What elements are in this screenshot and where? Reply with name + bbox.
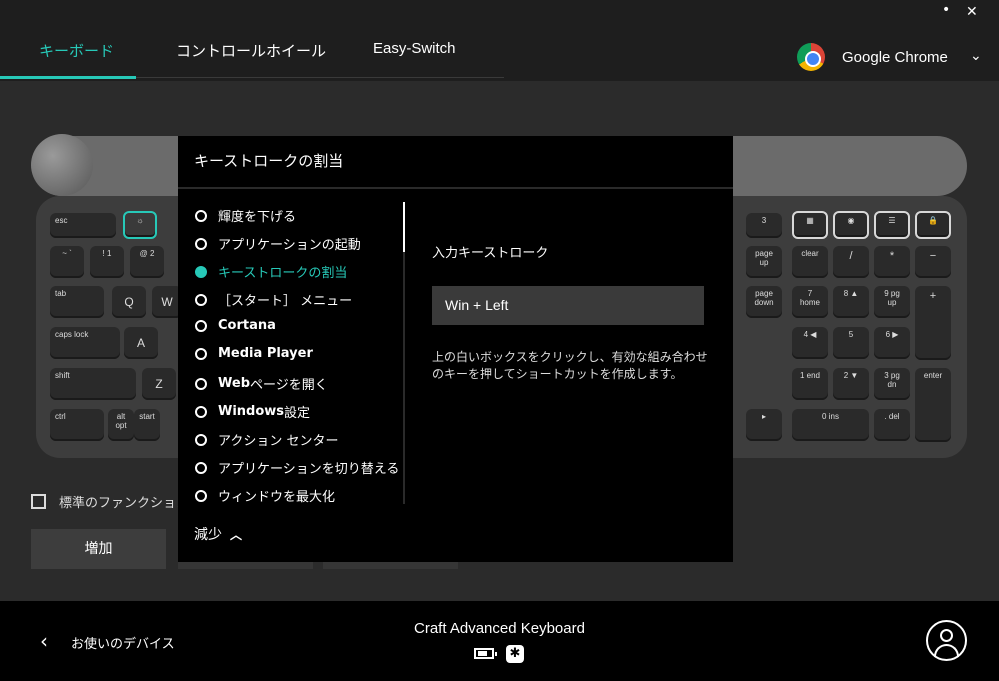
key-page-up[interactable]: page up	[746, 246, 782, 278]
active-tab-indicator	[0, 76, 136, 79]
chrome-icon[interactable]	[797, 43, 825, 71]
tab-keyboard[interactable]: キーボード	[39, 40, 114, 61]
key-clear[interactable]: clear	[792, 246, 828, 278]
chevron-up-icon: ︿	[230, 527, 243, 542]
option-launch-app[interactable]: アプリケーションの起動	[195, 234, 361, 253]
key-caps-lock[interactable]: caps lock	[50, 327, 120, 359]
radio-icon	[195, 433, 207, 446]
standard-function-keys-checkbox[interactable]	[31, 494, 46, 509]
option-windows-settings[interactable]: Windows 設定	[195, 402, 310, 421]
key-numpad-4[interactable]: 4 ◀	[792, 327, 828, 359]
popup-title: キーストロークの割当	[194, 152, 344, 170]
key-a[interactable]: A	[124, 327, 158, 359]
key-minus[interactable]: −	[915, 246, 951, 278]
option-keystroke-assignment[interactable]: キーストロークの割当	[195, 262, 347, 281]
radio-icon	[195, 489, 207, 502]
option-switch-apps[interactable]: アプリケーションを切り替える	[195, 458, 399, 477]
key-tilde[interactable]: ~ `	[50, 246, 84, 278]
keystroke-input[interactable]: Win + Left	[432, 286, 704, 325]
option-brightness-down[interactable]: 輝度を下げる	[195, 206, 296, 225]
key-numpad-enter[interactable]: enter	[915, 368, 951, 442]
radio-icon	[195, 319, 207, 332]
menu-icon[interactable]: ☰	[874, 211, 910, 239]
calculator-icon[interactable]: ▦	[792, 211, 828, 239]
radio-icon	[195, 461, 207, 474]
radio-icon	[195, 209, 207, 222]
key-divide[interactable]: /	[833, 246, 869, 278]
add-button[interactable]: 増加	[31, 529, 166, 569]
keystroke-hint: 上の白いボックスをクリックし、有効な組み合わせのキーを押してショートカットを作成…	[432, 350, 708, 381]
footer: ‹ お使いのデバイス Craft Advanced Keyboard ✱	[0, 601, 999, 681]
key-numpad-7[interactable]: 7 home	[792, 286, 828, 318]
key-ctrl[interactable]: ctrl	[50, 409, 104, 441]
option-maximize-window[interactable]: ウィンドウを最大化	[195, 486, 335, 505]
key-numpad-9[interactable]: 9 pg up	[874, 286, 910, 318]
key-numpad-0[interactable]: 0 ins	[792, 409, 869, 441]
radio-icon	[195, 237, 207, 250]
key-numpad-8[interactable]: 8 ▲	[833, 286, 869, 318]
option-media-player[interactable]: Media Player	[195, 346, 313, 361]
account-icon[interactable]	[926, 620, 967, 661]
key-tab[interactable]: tab	[50, 286, 104, 318]
key-multiply[interactable]: *	[874, 246, 910, 278]
key-numpad-2[interactable]: 2 ▼	[833, 368, 869, 400]
key-esc[interactable]: esc	[50, 213, 116, 238]
key-z[interactable]: Z	[142, 368, 176, 400]
option-cortana[interactable]: Cortana	[195, 318, 276, 333]
option-open-web-page[interactable]: Web ページを開く	[195, 374, 328, 393]
camera-icon[interactable]: ◉	[833, 211, 869, 239]
tab-divider	[136, 77, 504, 78]
key-page-down[interactable]: page down	[746, 286, 782, 318]
crown-dial[interactable]	[31, 134, 93, 196]
close-button[interactable]: ✕	[966, 4, 978, 20]
options-scrollbar-thumb[interactable]	[403, 202, 405, 252]
key-1[interactable]: ! 1	[90, 246, 124, 278]
key-arrow-right[interactable]: ▸	[746, 409, 782, 441]
unifying-receiver-icon: ✱	[506, 645, 524, 663]
key-alt[interactable]: alt opt	[108, 409, 134, 441]
key-numpad-1[interactable]: 1 end	[792, 368, 828, 400]
key-q[interactable]: Q	[112, 286, 146, 318]
tab-control-wheel[interactable]: コントロールホイール	[176, 40, 326, 61]
radio-icon	[195, 347, 207, 360]
key-start[interactable]: start	[134, 409, 160, 441]
key-numpad-5[interactable]: 5	[833, 327, 869, 359]
key-numpad-plus[interactable]: +	[915, 286, 951, 360]
radio-icon	[195, 377, 207, 390]
header: キーボード コントロールホイール Easy-Switch Google Chro…	[0, 0, 999, 81]
radio-icon	[195, 405, 207, 418]
popup-divider	[178, 187, 733, 189]
key-numpad-6[interactable]: 6 ▶	[874, 327, 910, 359]
device-name: Craft Advanced Keyboard	[414, 620, 585, 637]
key-numpad-dot[interactable]: . del	[874, 409, 910, 441]
key-2[interactable]: @ 2	[130, 246, 164, 278]
app-selector-name[interactable]: Google Chrome	[842, 49, 948, 66]
keystroke-assignment-popup: キーストロークの割当 輝度を下げる アプリケーションの起動 キーストロークの割当…	[178, 136, 733, 562]
show-less-button[interactable]: 減少 ︿	[194, 524, 242, 544]
option-start-menu[interactable]: ［スタート］ メニュー	[195, 290, 352, 309]
chevron-down-icon[interactable]: ⌄	[970, 48, 982, 64]
tab-easy-switch[interactable]: Easy-Switch	[373, 40, 456, 57]
option-action-center[interactable]: アクション センター	[195, 430, 338, 449]
key-3[interactable]: 3	[746, 213, 782, 238]
battery-icon	[474, 648, 497, 659]
key-shift[interactable]: shift	[50, 368, 136, 400]
lock-icon[interactable]: 🔒	[915, 211, 951, 239]
key-numpad-3[interactable]: 3 pg dn	[874, 368, 910, 400]
radio-icon	[195, 293, 207, 306]
input-keystroke-label: 入力キーストローク	[432, 246, 549, 261]
minimize-button[interactable]: •	[942, 2, 950, 18]
key-brightness-down[interactable]: ☼	[123, 211, 157, 239]
radio-selected-icon	[195, 265, 207, 278]
